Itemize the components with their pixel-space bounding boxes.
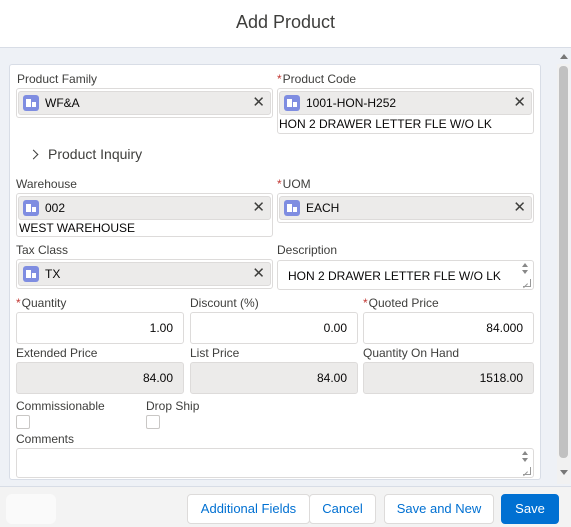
scroll-down-arrow-icon[interactable] [560, 470, 568, 475]
record-icon [284, 95, 300, 111]
scrollbar-thumb[interactable] [559, 66, 568, 458]
list-price-field: 84.00 [190, 362, 358, 394]
warehouse-description: WEST WAREHOUSE [19, 221, 136, 235]
product-family-label: Product Family [17, 72, 98, 86]
modal-title: Add Product [235, 12, 336, 32]
drop-ship-checkbox[interactable] [146, 415, 160, 429]
quantity-label-text: Quantity [21, 296, 67, 310]
quantity-input[interactable]: 1.00 [16, 312, 184, 344]
clear-icon[interactable]: ✕ [513, 94, 526, 112]
resize-handle-icon[interactable] [523, 279, 531, 287]
required-marker: * [277, 177, 282, 191]
quantity-label: *Quantity [16, 296, 66, 310]
save-button[interactable]: Save [501, 494, 559, 524]
uom-pill[interactable]: EACH ✕ [279, 196, 532, 220]
quantity-on-hand-field: 1518.00 [363, 362, 534, 394]
product-code-label: *Product Code [277, 72, 356, 86]
warehouse-pill[interactable]: 002 ✕ [18, 196, 271, 220]
cancel-button[interactable]: Cancel [309, 494, 376, 524]
uom-label: *UOM [277, 177, 311, 191]
clear-icon[interactable]: ✕ [513, 199, 526, 217]
product-code-pill[interactable]: 1001-HON-H252 ✕ [279, 91, 532, 115]
record-icon [23, 200, 39, 216]
discount-label: Discount (%) [190, 296, 259, 310]
commissionable-label: Commissionable [16, 399, 105, 413]
product-code-value: 1001-HON-H252 [306, 96, 397, 110]
additional-fields-button[interactable]: Additional Fields [187, 494, 310, 524]
extended-price-field: 84.00 [16, 362, 184, 394]
clear-icon[interactable]: ✕ [252, 94, 265, 112]
warehouse-label: Warehouse [16, 177, 77, 191]
product-code-description: HON 2 DRAWER LETTER FLE W/O LK [279, 117, 492, 131]
obscured-element [6, 494, 56, 524]
extended-price-label: Extended Price [16, 346, 98, 360]
tax-class-pill[interactable]: TX ✕ [18, 262, 271, 286]
warehouse-value: 002 [45, 201, 66, 215]
scroll-up-arrow-icon[interactable] [560, 54, 568, 59]
quoted-price-label-text: Quoted Price [368, 296, 439, 310]
tax-class-label: Tax Class [16, 243, 69, 257]
description-value: HON 2 DRAWER LETTER FLE W/O LK [288, 269, 501, 283]
product-family-pill[interactable]: WF&A ✕ [18, 91, 271, 115]
list-price-label: List Price [190, 346, 240, 360]
product-code-label-text: Product Code [282, 72, 357, 86]
required-marker: * [277, 72, 282, 86]
record-icon [284, 200, 300, 216]
product-family-value: WF&A [45, 96, 80, 110]
quantity-on-hand-label: Quantity On Hand [363, 346, 460, 360]
required-marker: * [16, 296, 21, 310]
quoted-price-label: *Quoted Price [363, 296, 439, 310]
description-label: Description [277, 243, 338, 257]
description-textarea[interactable]: HON 2 DRAWER LETTER FLE W/O LK [277, 260, 534, 290]
uom-value: EACH [306, 201, 340, 215]
textarea-spinner-icon[interactable] [522, 263, 530, 274]
tax-class-value: TX [45, 267, 61, 281]
discount-input[interactable]: 0.00 [190, 312, 358, 344]
uom-label-text: UOM [282, 177, 311, 191]
clear-icon[interactable]: ✕ [252, 265, 265, 283]
record-icon [23, 95, 39, 111]
save-and-new-button[interactable]: Save and New [384, 494, 494, 524]
textarea-spinner-icon[interactable] [522, 451, 530, 462]
drop-ship-label: Drop Ship [146, 399, 200, 413]
comments-textarea[interactable] [16, 448, 534, 478]
clear-icon[interactable]: ✕ [252, 199, 265, 217]
comments-label: Comments [16, 432, 75, 446]
required-marker: * [363, 296, 368, 310]
product-inquiry-toggle[interactable]: Product Inquiry [48, 146, 142, 162]
commissionable-checkbox[interactable] [16, 415, 30, 429]
quoted-price-input[interactable]: 84.000 [363, 312, 534, 344]
modal-header: Add Product [0, 0, 571, 48]
resize-handle-icon[interactable] [523, 467, 531, 475]
record-icon [23, 266, 39, 282]
